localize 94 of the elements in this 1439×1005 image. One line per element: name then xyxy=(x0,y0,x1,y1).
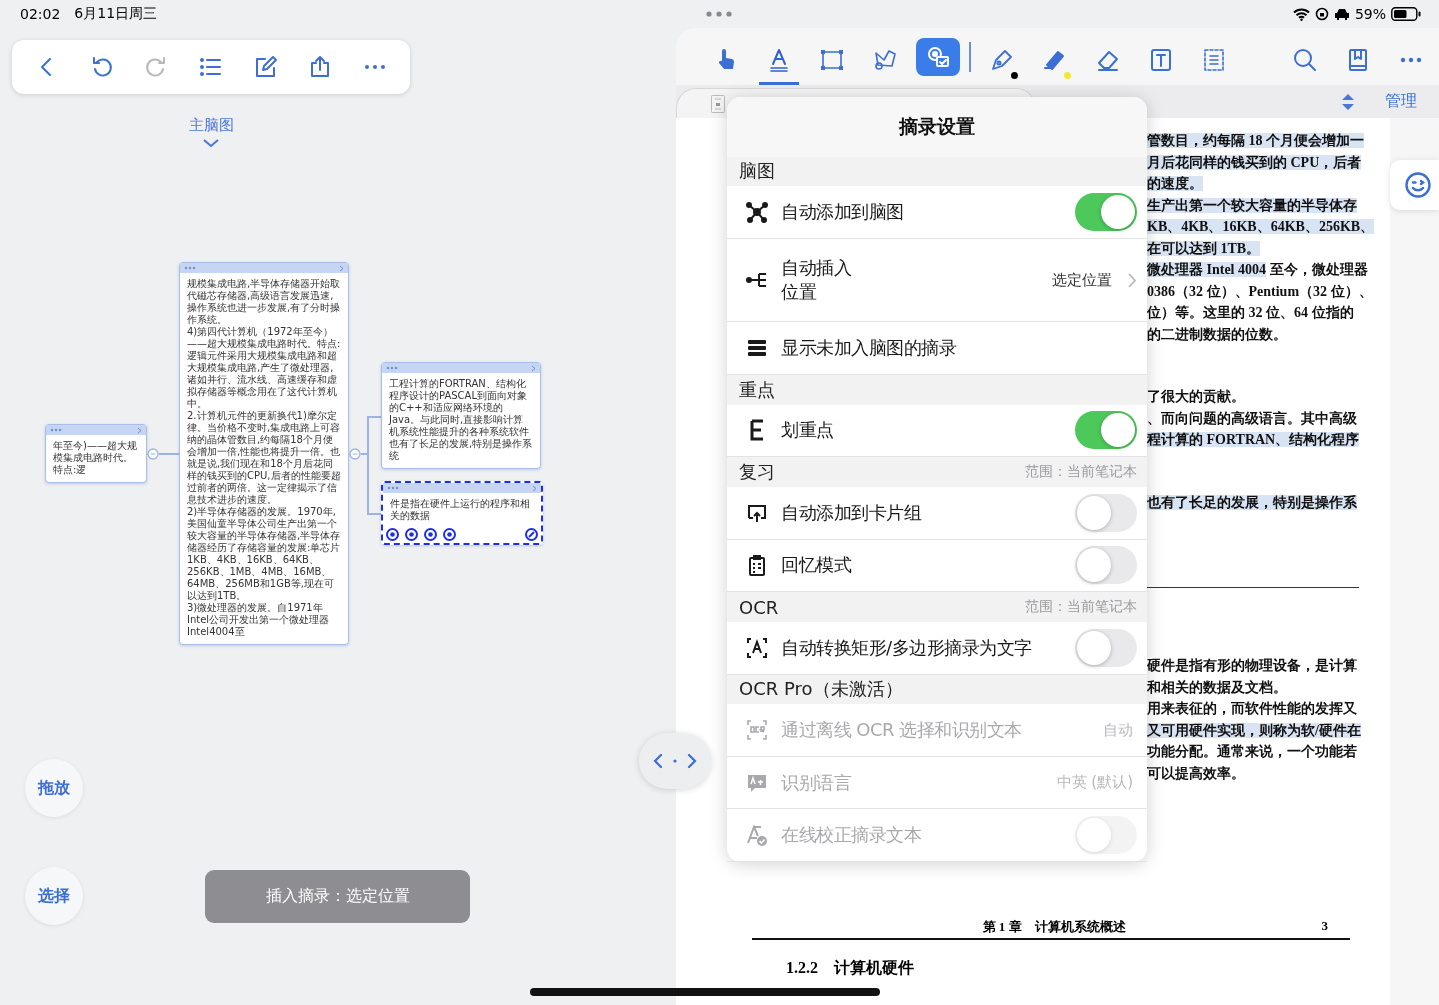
wifi-icon xyxy=(1292,7,1310,21)
toggle-switch[interactable] xyxy=(1075,493,1137,532)
dots-icon[interactable] xyxy=(184,266,196,270)
setting-label: 通过离线 OCR 选择和识别文本 xyxy=(781,718,1022,743)
node-text: 年至今)——超大规模集成电路时代。特点:逻 xyxy=(52,439,138,477)
pdf-text-line: 和相关的数据及文档。 xyxy=(1147,679,1287,695)
pdf-text-line: 了很大的贡献。 xyxy=(1147,389,1245,404)
selection-underline xyxy=(759,81,799,85)
ocr-icon xyxy=(745,718,769,743)
chevrons-icon xyxy=(653,752,697,770)
section-note: 范围：当前笔记本 xyxy=(1025,463,1137,482)
clock-time: 02:02 xyxy=(20,6,61,22)
car-icon xyxy=(1333,8,1350,20)
node-text: 件是指在硬件上运行的程序和相关的数据 xyxy=(389,497,531,523)
pdf-text-line: 用来表征的，而软件性能的发挥又 xyxy=(1147,701,1357,716)
settings-row[interactable]: 显示未加入脑图的摘录 xyxy=(727,322,1147,375)
chevron-right-icon[interactable] xyxy=(137,426,142,434)
mindmap-node[interactable]: 年至今)——超大规模集成电路时代。特点:逻 xyxy=(45,424,147,483)
toggle-switch[interactable] xyxy=(1075,411,1137,450)
smiley-icon xyxy=(1403,171,1432,199)
pdf-text-line: 0386（32 位）、Pentium（32 位）、 xyxy=(1147,283,1373,299)
section-title: 复习 xyxy=(739,460,775,485)
section-title: 脑图 xyxy=(739,159,775,184)
dots-icon[interactable] xyxy=(386,366,398,370)
mindmap-node[interactable]: 工程计算的FORTRAN、结构化程序设计的PASCAL到面向对象的C++和适应网络环境的Java。与此同时,直接影响计算机系统性能提升的各种系统软件也有了长足的发展,特别是操作系统 xyxy=(381,362,541,469)
running-header: 第 1 章 计算机系统概述 xyxy=(982,918,1126,936)
setting-label: 自动插入位置 xyxy=(781,256,852,305)
section-title: OCR Pro（未激活） xyxy=(739,677,903,702)
setting-label: 自动添加到卡片组 xyxy=(781,500,921,525)
setting-label: 回忆模式 xyxy=(781,553,851,578)
setting-label: 识别语言 xyxy=(781,770,851,795)
pdf-text-line: 硬件是指有形的物理设备，是计算 xyxy=(1147,658,1357,673)
setting-label: 自动添加到脑图 xyxy=(781,200,904,225)
page-number: 3 xyxy=(1321,918,1328,935)
setting-value: 中英 (默认) xyxy=(1056,773,1133,793)
setting-label: 划重点 xyxy=(781,418,834,443)
connector-drawing xyxy=(147,447,179,460)
circle-action-icon[interactable] xyxy=(424,528,437,541)
setting-label: 自动转换矩形/多边形摘录为文字 xyxy=(781,635,1032,660)
dots-icon[interactable] xyxy=(706,11,732,17)
section-note: 范围：当前笔记本 xyxy=(1025,598,1137,616)
chevron-right-icon[interactable] xyxy=(531,364,536,372)
circle-action-icon[interactable] xyxy=(443,528,456,541)
battery-icon xyxy=(1391,7,1421,21)
pdf-text-line: 功能分配。通常来说，一个功能若 xyxy=(1147,744,1357,759)
chevron-right-icon[interactable] xyxy=(339,264,344,272)
node-text: 规模集成电路,半导体存储器开始取代磁芯存储器,高级语言发展迅速,操作系统也进一步发展,有了分时操作系统。 4)第四代计算机（1972年至今）——超大规模集成电路时代。特点:逻辑元件采用大规模集成电路和超大规模集成电路,产生了微处理器,诸如并行、流水线、高速缓存和虚拟存储器等概念用在了这代计算机中。 2.计算机元件的更新换代1)摩尔定律。当价格不变时,集成电路上可容纳的晶体管数目,约每隔18个月便会增加一倍,性能也将提升一倍。也就是说,我们现在和18个月后花同样的钱买到的CPU,后者的性能要超过前者的两倍。这一定律揭示了信息技术进步的速度。 2)半导体存储器的发展。1970年,美国仙童半导体公司生产出第一个较大容量的半导体存储器,半导体存储器经历了存储容量的发展:单芯片1KB、4KB、16KB、64KB、256KB、1MB、4MB、16MB、64MB、256MB和1GB等,现在可以达到1TB。 3)微处理器的发展。自1971年Intel公司开发出第一个微处理器Intel4004至 xyxy=(186,277,342,639)
rotation-lock-icon xyxy=(1314,7,1329,21)
dots-icon[interactable] xyxy=(50,428,62,432)
splitter-handle[interactable] xyxy=(639,733,711,789)
manage-link[interactable]: 管理 xyxy=(1385,91,1417,112)
toggle-switch[interactable] xyxy=(1075,628,1137,667)
pdf-text-line: 的二进制数据的位数。 xyxy=(1147,326,1287,342)
font-check-icon xyxy=(745,823,769,848)
setting-value: 自动 xyxy=(1103,720,1133,740)
section-heading: 1.2.2 计算机硬件 xyxy=(786,958,915,978)
setting-label: 显示未加入脑图的摘录 xyxy=(781,336,956,361)
node-text: 工程计算的FORTRAN、结构化程序设计的PASCAL到面向对象的C++和适应网络环境的Java。与此同时,直接影响计算机系统性能提升的各种系统软件也有了长足的发展,特别是操作系统 xyxy=(387,377,534,463)
pdf-text-line: 、而向问题的高级语言。其中高级 xyxy=(1147,410,1357,426)
drag-drop-button[interactable]: 拖放 xyxy=(25,759,83,817)
toggle-switch[interactable] xyxy=(1075,546,1137,585)
popover-title: 摘录设置 xyxy=(899,113,975,139)
mindmap-title[interactable]: 主脑图 xyxy=(188,116,234,135)
settings-row[interactable]: 自动添加到卡片组 xyxy=(727,486,1147,540)
sort-icon[interactable] xyxy=(1341,92,1355,111)
chevron-down-icon[interactable] xyxy=(203,139,219,148)
pdf-text-line: 可以提高效率。 xyxy=(1147,765,1245,781)
status-date: 6月11日周三 xyxy=(74,5,158,23)
mindmap-node[interactable]: 件是指在硬件上运行的程序和相关的数据 xyxy=(381,481,543,545)
settings-row[interactable]: 自动转换矩形/多边形摘录为文字 xyxy=(727,621,1147,675)
circle-action-icon[interactable] xyxy=(386,528,399,541)
battery-percent: 59% xyxy=(1354,6,1386,22)
circle-action-icon[interactable] xyxy=(405,528,418,541)
scan-text-icon xyxy=(745,635,769,660)
document-icon xyxy=(711,94,725,113)
dots-icon[interactable] xyxy=(387,486,399,490)
section-title: 重点 xyxy=(739,377,775,402)
setting-label: 在线校正摘录文本 xyxy=(781,823,921,848)
settings-row[interactable]: 自动插入位置 选定位置 xyxy=(727,238,1147,323)
select-button[interactable]: 选择 xyxy=(25,867,83,925)
chevron-right-icon xyxy=(1128,272,1137,288)
setting-value: 选定位置 xyxy=(1052,270,1112,290)
smiley-button[interactable] xyxy=(1390,160,1439,210)
nodes-icon xyxy=(745,200,769,225)
pdf-text-line: 至今，微处理器 xyxy=(1268,262,1368,277)
toggle-switch[interactable] xyxy=(1075,193,1137,232)
circle-action-icon[interactable] xyxy=(525,528,538,541)
chevron-right-icon[interactable] xyxy=(532,484,537,492)
settings-row[interactable]: 自动添加到脑图 xyxy=(727,186,1147,239)
more-icon xyxy=(1400,56,1422,63)
settings-tool-button[interactable] xyxy=(916,37,960,76)
pdf-text-line: 位）等。这里的 32 位、64 位指的 xyxy=(1147,305,1354,320)
connector-drawing xyxy=(349,447,367,460)
section-title: OCR xyxy=(739,596,779,618)
